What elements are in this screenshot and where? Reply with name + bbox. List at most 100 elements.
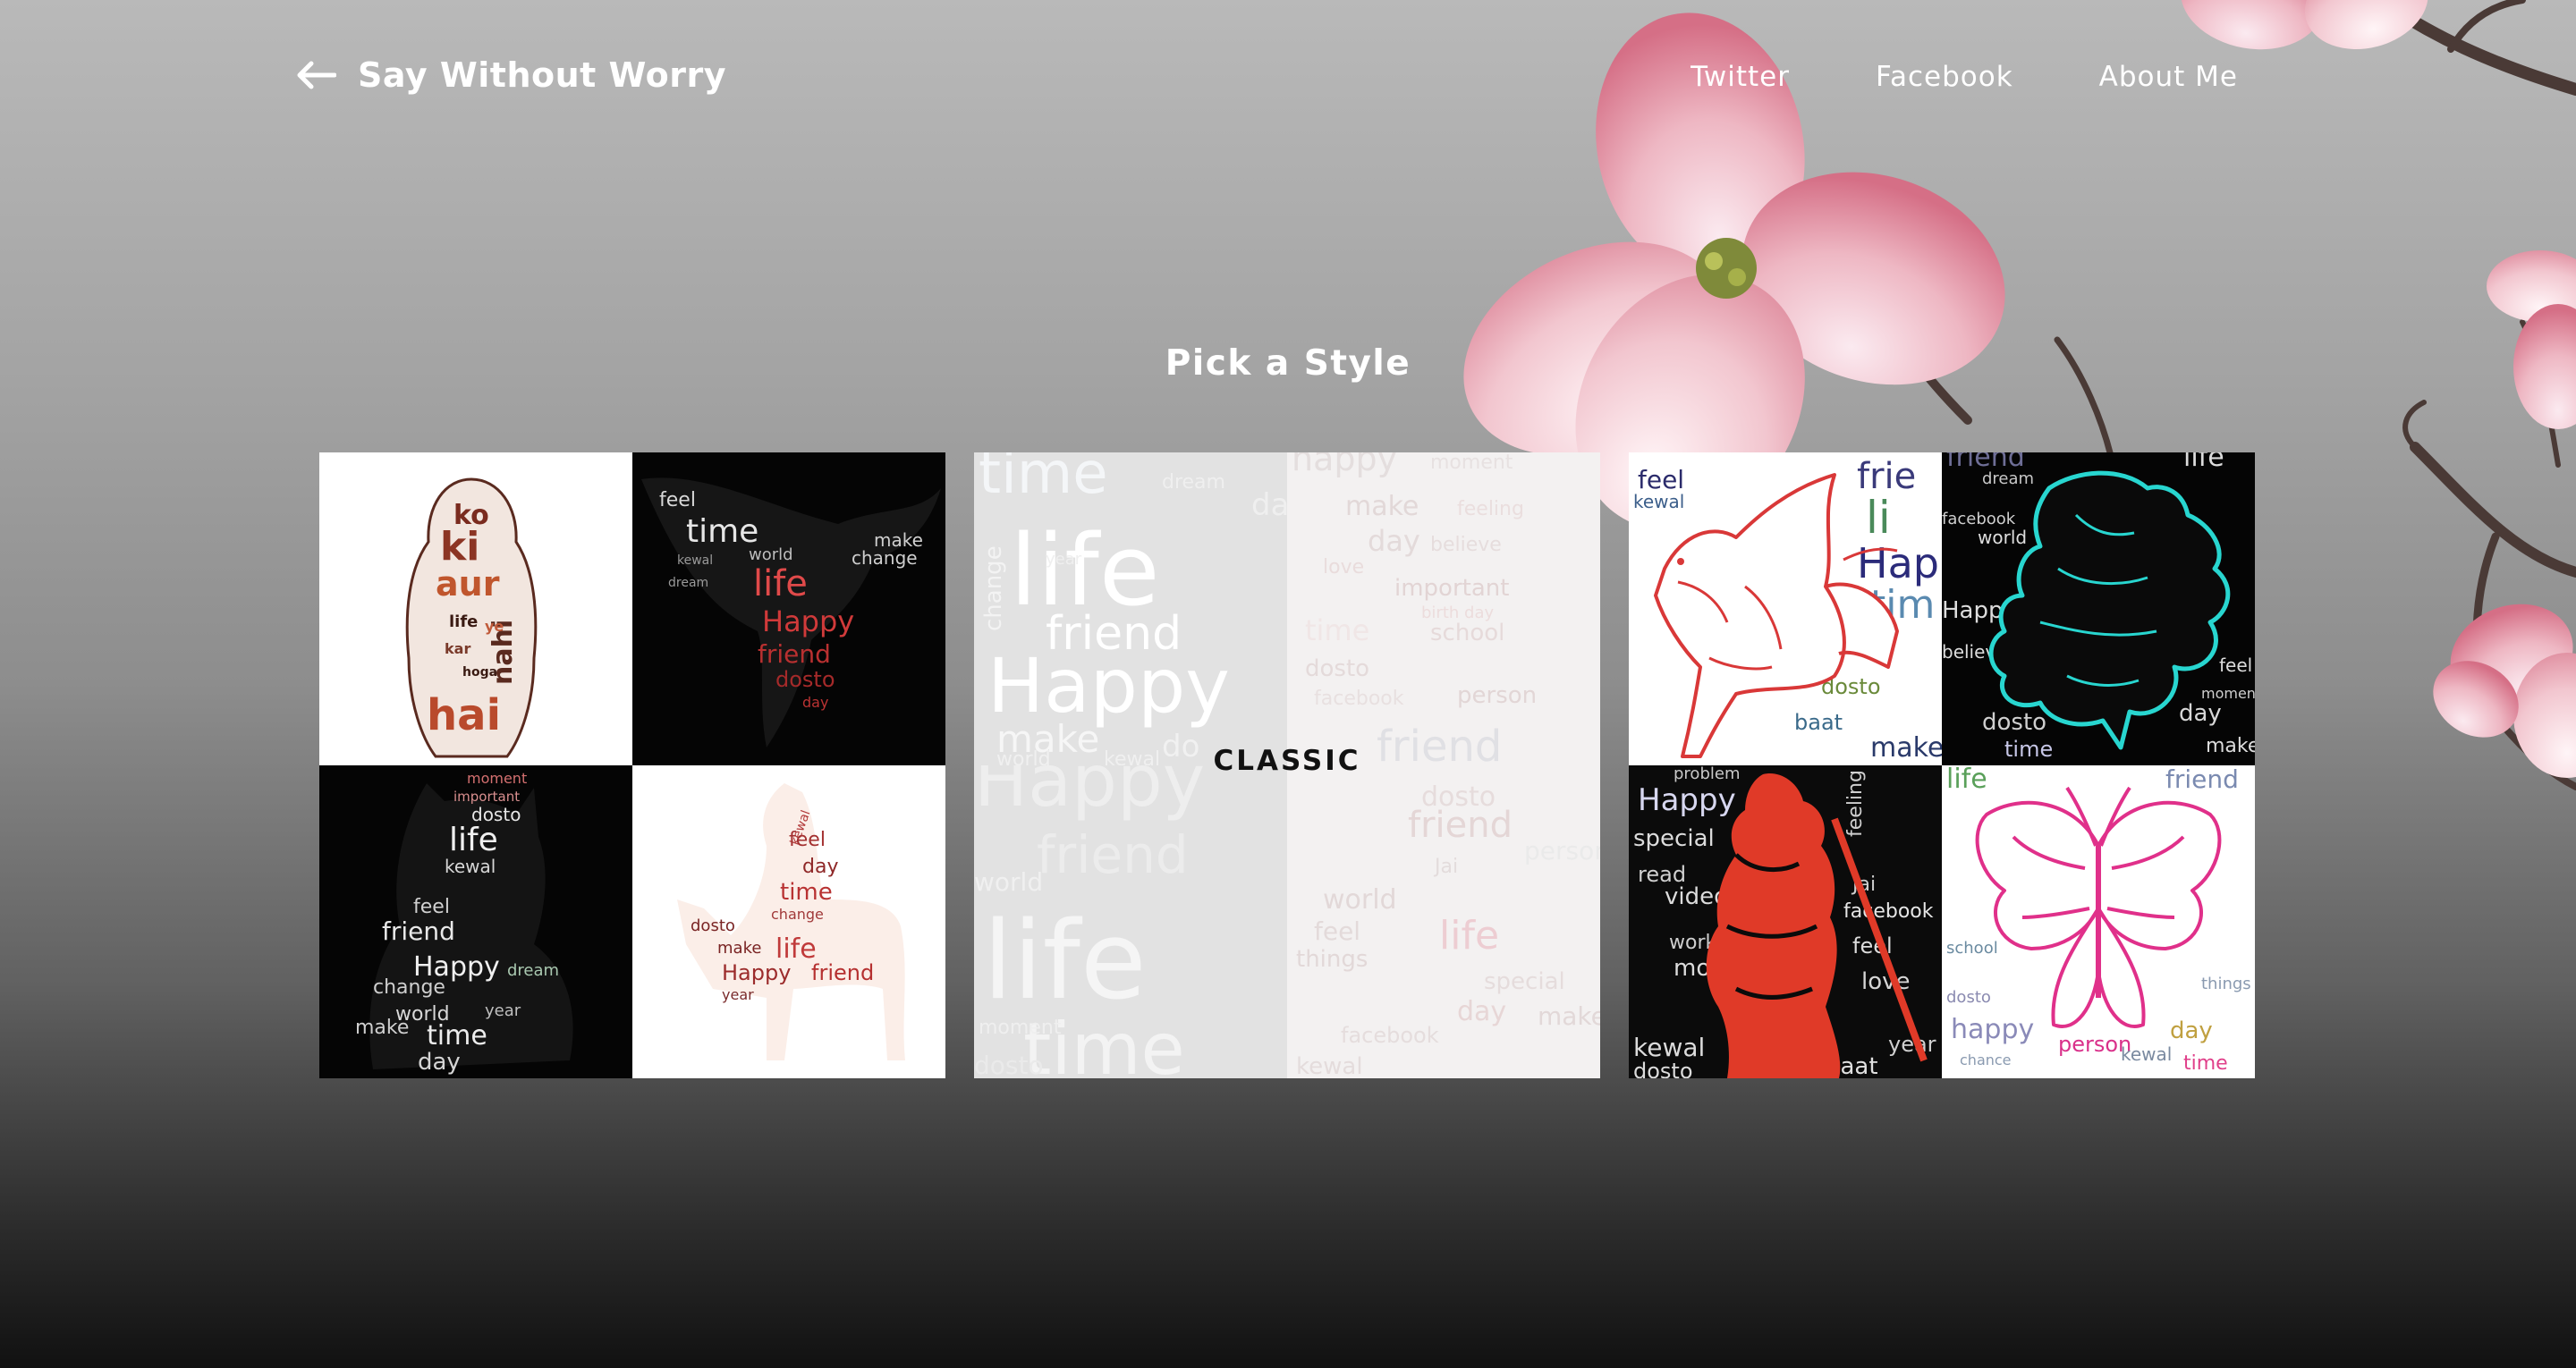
tile-word: time <box>780 879 833 906</box>
nav-facebook-link[interactable]: Facebook <box>1876 61 2013 93</box>
tile-word: friend <box>382 916 455 946</box>
tile-word: kar <box>445 640 470 657</box>
tile-word: day <box>2170 1018 2213 1044</box>
tile-word: time <box>1305 613 1369 647</box>
tile-word: ye <box>485 618 504 635</box>
tile-word: life <box>2183 452 2224 473</box>
tile-word: school <box>1946 939 1998 958</box>
tile-word: love <box>1323 556 1364 578</box>
tile-word: dream <box>668 576 708 590</box>
tile-word: dream <box>1162 471 1225 494</box>
main-nav: Twitter Facebook About Me <box>1690 61 2238 93</box>
tile-word: make <box>355 1017 409 1039</box>
tile-word: ki <box>440 524 479 570</box>
wordcloud-tile-classic-1: time life friend Happy make world kewal … <box>974 452 1287 765</box>
tile-word: things <box>1296 946 1368 973</box>
tile-word: feeling <box>1457 498 1524 520</box>
style-card-art[interactable]: feel kewal frie li Happ tim baat dosto m… <box>1629 452 2255 1078</box>
tile-word: feel <box>789 829 826 851</box>
tile-word: problem <box>1674 765 1740 783</box>
tile-word: Jai <box>1433 856 1458 878</box>
tile-word: facebook <box>1314 688 1404 710</box>
style-options: ko ki aur hai nahi life ye kar hoga feel… <box>319 452 2255 1078</box>
tile-word: moment <box>2201 685 2255 702</box>
tile-word: kewal <box>1296 1053 1363 1078</box>
wordcloud-tile-dragon: feel kewal frie li Happ tim baat dosto m… <box>1629 452 1942 765</box>
tile-word: life <box>753 563 808 604</box>
tile-word: year <box>485 1001 521 1020</box>
tile-word: facebook <box>1843 900 1934 923</box>
tile-word: dosto <box>775 667 835 692</box>
nav-about-me-link[interactable]: About Me <box>2099 61 2238 93</box>
nav-twitter-link[interactable]: Twitter <box>1690 61 1790 93</box>
tile-word: important <box>453 789 520 805</box>
tile-word: chance <box>1960 1051 2012 1068</box>
tile-word: baat <box>1794 710 1843 735</box>
tile-word: day <box>418 1049 461 1076</box>
tile-word: make <box>1870 732 1942 764</box>
tile-word: time <box>979 452 1108 507</box>
tile-word: time <box>2004 737 2053 762</box>
tile-word: dream <box>1982 469 2034 488</box>
tile-word: change <box>771 906 824 923</box>
tile-word: kewal <box>677 553 713 568</box>
tile-word: Happy <box>722 960 791 985</box>
tile-word: kewal <box>2121 1043 2172 1065</box>
tile-word: school <box>1430 620 1504 646</box>
tile-word: year <box>722 986 754 1003</box>
style-card-classic[interactable]: time life friend Happy make world kewal … <box>974 452 1600 1078</box>
tile-word: make <box>1345 491 1419 522</box>
wordcloud-tile-butterfly: life friend school dosto happy chance pe… <box>1942 765 2255 1078</box>
tile-word: day <box>802 856 838 878</box>
tile-word: year <box>1046 550 1082 569</box>
tile-word: dosto <box>691 916 735 935</box>
tile-word: day <box>2179 700 2222 727</box>
tile-word: world <box>974 867 1043 897</box>
tile-word: happy <box>1951 1014 2034 1045</box>
tile-word: person <box>1524 836 1600 866</box>
tile-word: important <box>1394 575 1509 602</box>
tile-word: moment <box>979 1017 1062 1039</box>
wordcloud-tile-samurai: problem Happy feeling read special video… <box>1629 765 1942 1078</box>
tile-word: friend <box>1408 805 1513 846</box>
tile-word: make <box>717 939 761 958</box>
tile-word: Happy <box>1638 782 1736 818</box>
tile-word: special <box>1633 825 1715 852</box>
tile-word: aur <box>436 564 500 604</box>
back-link[interactable]: Say Without Worry <box>295 55 726 95</box>
tile-word: feel <box>1314 916 1360 946</box>
tile-word: make <box>2206 735 2255 757</box>
wordcloud-tile-horse: kewal feel day time dosto make life Happ… <box>632 765 945 1078</box>
tile-word: hai <box>427 690 501 740</box>
tile-word: world <box>749 545 793 564</box>
tile-word: friend <box>2165 765 2239 794</box>
tile-word: day <box>1368 524 1420 558</box>
tile-word: dosto <box>1633 1059 1693 1078</box>
tile-word: person <box>1457 682 1537 709</box>
tile-word: dosto <box>1982 709 2046 736</box>
style-card-silhouettes[interactable]: ko ki aur hai nahi life ye kar hoga feel… <box>319 452 945 1078</box>
tile-word: world <box>1978 527 2027 548</box>
tile-word: world <box>1323 884 1397 916</box>
wordcloud-tile-lion: friend life dream facebook world Happy b… <box>1942 452 2255 765</box>
top-bar: Say Without Worry Twitter Facebook About… <box>0 0 2576 161</box>
tile-word: time <box>427 1020 487 1051</box>
tile-word: day <box>1457 996 1506 1027</box>
arrow-left-icon <box>295 60 336 90</box>
tile-word: happy <box>1292 452 1397 478</box>
tile-word: facebook <box>1942 510 2016 528</box>
tile-word: hoga <box>462 665 497 680</box>
tile-word: feel <box>413 896 450 918</box>
tile-word: life <box>1946 765 1987 795</box>
site-title: Say Without Worry <box>358 55 726 95</box>
tile-word: feel <box>2219 654 2252 676</box>
tile-word: facebook <box>1341 1023 1439 1048</box>
wordcloud-tile-classic-3: Happy friend life world time dosto momen… <box>974 765 1287 1078</box>
tile-word: make <box>1538 1001 1600 1031</box>
tile-word: Happy <box>762 604 854 638</box>
tile-word: Happ <box>1857 539 1942 587</box>
tile-word: dosto <box>1305 655 1369 682</box>
tile-word: time <box>2183 1052 2228 1075</box>
tile-word: life <box>449 612 478 631</box>
tile-word: feeling <box>1844 770 1867 837</box>
